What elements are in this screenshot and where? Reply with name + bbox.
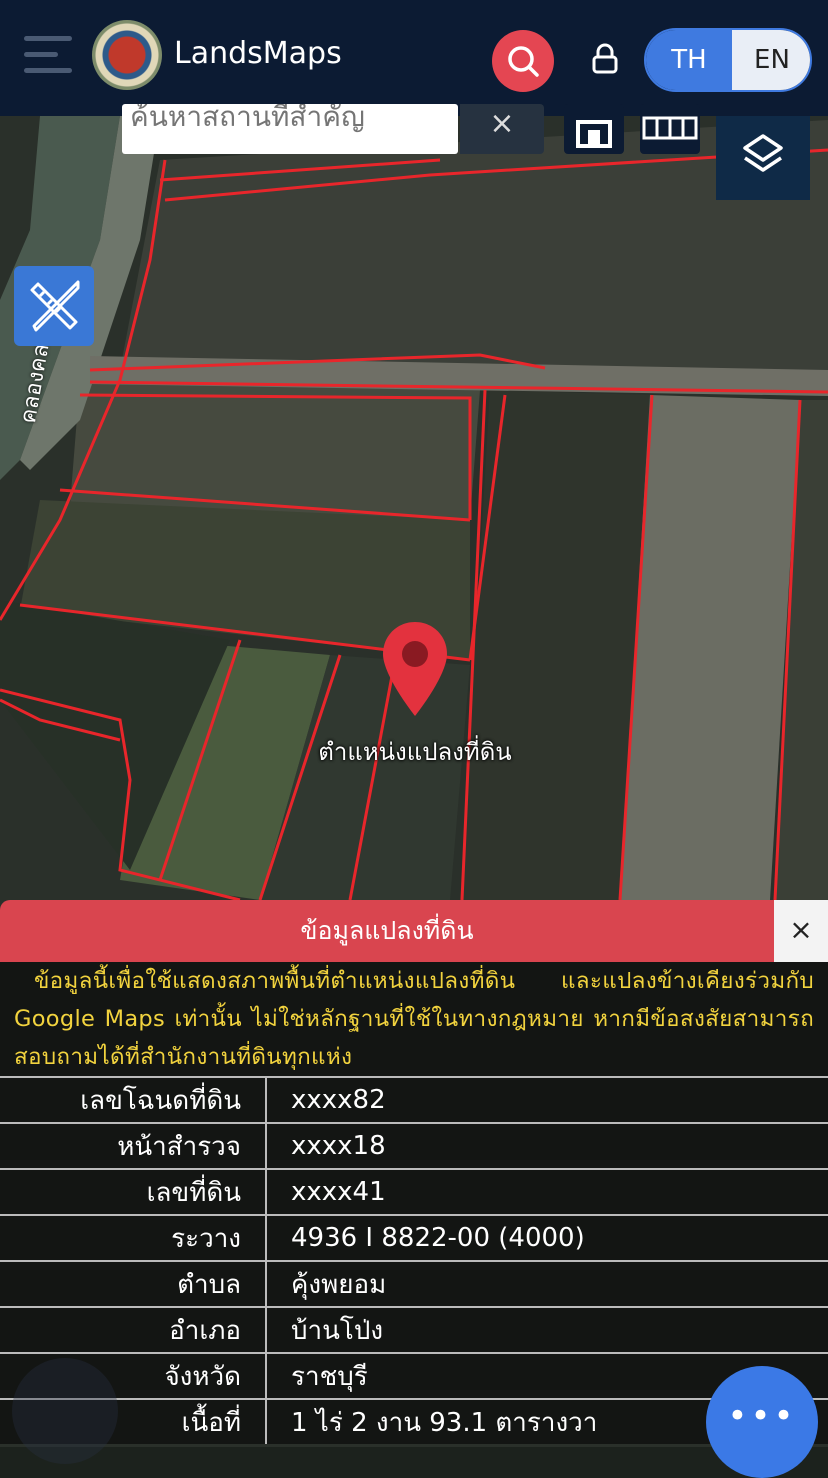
info-panel-header: ข้อมูลแปลงที่ดิน ×	[0, 900, 828, 962]
field-label: ตำบล	[0, 1260, 267, 1307]
measure-draw-button[interactable]	[14, 266, 94, 346]
table-row: ระวาง 4936 I 8822-00 (4000)	[0, 1214, 828, 1261]
table-row: เลขโฉนดที่ดิน xxxx82	[0, 1076, 828, 1123]
grid-icon	[642, 116, 698, 140]
ruler-pencil-icon	[30, 280, 80, 332]
field-label: ระวาง	[0, 1214, 267, 1261]
table-row: ตำบล คุ้งพยอม	[0, 1260, 828, 1307]
info-panel-title: ข้อมูลแปลงที่ดิน	[300, 916, 474, 945]
field-label: เลขโฉนดที่ดิน	[0, 1076, 267, 1123]
table-row: เนื้อที่ 1 ไร่ 2 งาน 93.1 ตารางวา	[0, 1398, 828, 1444]
grid-button[interactable]	[640, 104, 700, 154]
table-row: จังหวัด ราชบุรี	[0, 1352, 828, 1399]
info-close-button[interactable]: ×	[774, 900, 828, 962]
layers-button[interactable]	[716, 116, 810, 200]
field-label: หน้าสำรวจ	[0, 1122, 267, 1169]
field-value: xxxx82	[266, 1076, 828, 1123]
lang-th-button[interactable]: TH	[646, 30, 732, 90]
table-row: หน้าสำรวจ xxxx18	[0, 1122, 828, 1169]
search-input[interactable]	[128, 104, 452, 142]
layers-icon	[743, 134, 783, 172]
app-title: LandsMaps	[174, 36, 342, 71]
land-office-icon	[576, 120, 612, 148]
search-clear-button[interactable]: ×	[460, 104, 544, 154]
lang-en-button[interactable]: EN	[732, 30, 810, 90]
field-value: xxxx18	[266, 1122, 828, 1169]
map-pin-icon[interactable]	[380, 620, 450, 720]
disclaimer-notice: ข้อมูลนี้เพื่อใช้แสดงสภาพพื้นที่ตำแหน่งแ…	[0, 962, 828, 1076]
disclaimer-text: ข้อมูลนี้เพื่อใช้แสดงสภาพพื้นที่ตำแหน่งแ…	[14, 968, 814, 1070]
hamburger-icon[interactable]	[24, 36, 72, 74]
more-dots-icon: •••	[727, 1396, 797, 1436]
land-office-button[interactable]	[564, 104, 624, 154]
search-field-container[interactable]	[122, 104, 458, 154]
field-value: xxxx41	[266, 1168, 828, 1215]
field-label: อำเภอ	[0, 1306, 267, 1353]
field-value: บ้านโป่ง	[266, 1306, 828, 1353]
field-label: เลขที่ดิน	[0, 1168, 267, 1215]
top-bar: LandsMaps TH EN	[0, 0, 828, 116]
info-icon[interactable]	[12, 1358, 118, 1464]
marker-label: ตำแหน่งแปลงที่ดิน	[318, 738, 512, 766]
lock-icon[interactable]	[588, 42, 622, 76]
search-icon	[508, 46, 539, 77]
department-seal-logo[interactable]	[92, 20, 162, 90]
language-toggle[interactable]: TH EN	[644, 28, 812, 92]
table-row: เลขที่ดิน xxxx41	[0, 1168, 828, 1215]
table-row: อำเภอ บ้านโป่ง	[0, 1306, 828, 1353]
field-value: คุ้งพยอม	[266, 1260, 828, 1307]
parcel-info-table: เลขโฉนดที่ดิน xxxx82 หน้าสำรวจ xxxx18 เลขที่…	[0, 1076, 828, 1444]
more-options-button[interactable]: •••	[706, 1366, 818, 1478]
search-button[interactable]	[492, 30, 554, 92]
field-value: 4936 I 8822-00 (4000)	[266, 1214, 828, 1261]
